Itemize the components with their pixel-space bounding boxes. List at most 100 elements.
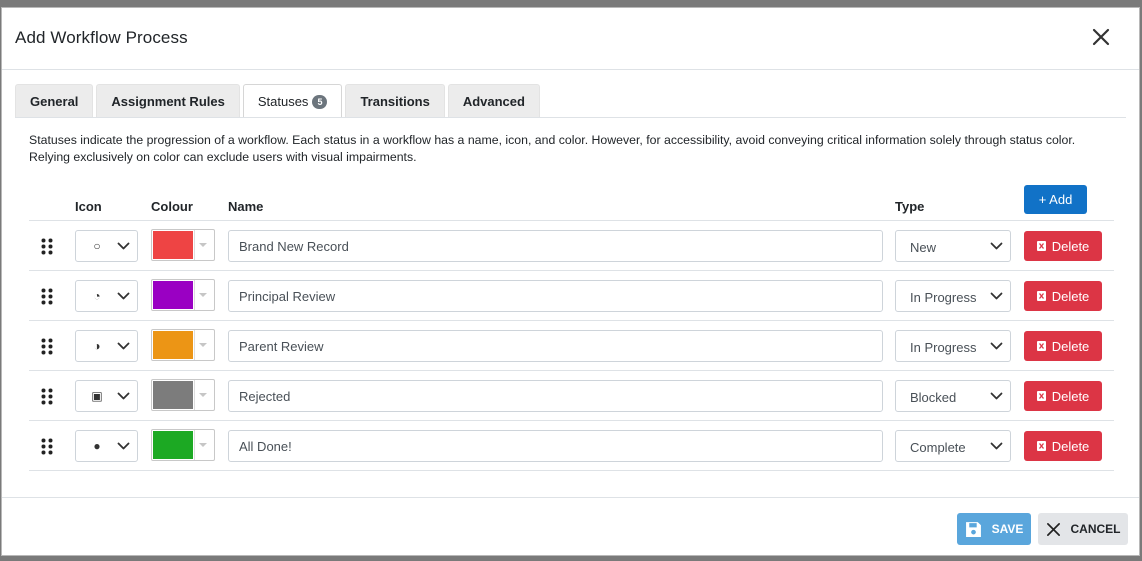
caret-down-icon (199, 243, 207, 247)
status-type-select[interactable]: In Progress (895, 330, 1011, 362)
chevron-down-icon (990, 342, 1003, 350)
icon-select[interactable]: ◔ (75, 280, 138, 312)
chevron-down-icon (117, 242, 130, 250)
icon-select[interactable]: ● (75, 430, 138, 462)
status-row: ○ New Delete (29, 221, 1114, 271)
status-name-input[interactable] (228, 430, 883, 462)
colour-picker[interactable] (151, 329, 215, 361)
statuses-table-header: Icon Colour Name Type + Add (29, 184, 1114, 221)
drag-handle-icon[interactable] (41, 288, 53, 305)
dialog-title: Add Workflow Process (15, 28, 188, 47)
delete-label: Delete (1051, 238, 1090, 254)
delete-status-button[interactable]: Delete (1024, 381, 1102, 411)
drag-handle-icon[interactable] (41, 338, 53, 355)
status-type-value: Complete (910, 440, 966, 455)
colour-picker-divider (194, 380, 195, 410)
caret-down-icon (199, 393, 207, 397)
colour-swatch (153, 281, 193, 309)
status-type-select[interactable]: Complete (895, 430, 1011, 462)
caret-down-icon (199, 293, 207, 297)
statuses-table-body: ○ New Delete ◔ In Progress Delete ◑ In Progress… (29, 221, 1114, 471)
trash-icon (1036, 341, 1046, 351)
close-button[interactable] (1089, 25, 1113, 49)
tab-label: Advanced (462, 93, 525, 109)
colour-picker[interactable] (151, 229, 215, 261)
tab-advanced[interactable]: Advanced (447, 84, 540, 117)
delete-status-button[interactable]: Delete (1024, 431, 1102, 461)
trash-icon (1036, 441, 1046, 451)
chevron-down-icon (117, 392, 130, 400)
square-dot-icon: ▣ (91, 389, 103, 403)
floppy-disk-icon (965, 521, 981, 537)
drag-handle-icon[interactable] (41, 388, 53, 405)
delete-status-button[interactable]: Delete (1024, 281, 1102, 311)
delete-label: Delete (1051, 438, 1090, 454)
statuses-description: Statuses indicate the progression of a w… (29, 133, 1076, 164)
colour-picker[interactable] (151, 429, 215, 461)
status-type-value: In Progress (910, 340, 977, 355)
chevron-down-icon (117, 292, 130, 300)
chevron-down-icon (990, 392, 1003, 400)
header-icon: Icon (75, 199, 102, 214)
tab-label: Assignment Rules (111, 93, 225, 109)
save-label: SAVE (991, 522, 1024, 536)
colour-picker-divider (194, 230, 195, 260)
close-icon (1046, 522, 1060, 536)
chevron-down-icon (117, 342, 130, 350)
status-type-select[interactable]: In Progress (895, 280, 1011, 312)
dialog-header: Add Workflow Process (2, 8, 1139, 70)
trash-icon (1036, 391, 1046, 401)
cancel-button[interactable]: CANCEL (1038, 513, 1128, 545)
caret-down-icon (199, 443, 207, 447)
status-name-input[interactable] (228, 380, 883, 412)
delete-status-button[interactable]: Delete (1024, 231, 1102, 261)
circle-filled-icon: ● (93, 439, 101, 453)
trash-icon (1036, 241, 1046, 251)
drag-handle-icon[interactable] (41, 238, 53, 255)
status-name-input[interactable] (228, 330, 883, 362)
tab-general[interactable]: General (15, 84, 94, 117)
status-type-select[interactable]: New (895, 230, 1011, 262)
status-type-value: New (910, 240, 937, 255)
status-row: ◑ In Progress Delete (29, 321, 1114, 371)
colour-picker-divider (194, 330, 195, 360)
delete-label: Delete (1051, 388, 1090, 404)
tab-label: Statuses (257, 94, 309, 109)
cancel-label: CANCEL (1070, 522, 1121, 536)
header-name: Name (228, 199, 264, 214)
circle-empty-icon: ○ (93, 239, 101, 253)
colour-picker[interactable] (151, 279, 215, 311)
header-type: Type (895, 199, 925, 214)
status-type-select[interactable]: Blocked (895, 380, 1011, 412)
tab-bar: General Assignment Rules Statuses 5 Trans… (15, 84, 543, 118)
status-row: ▣ Blocked Delete (29, 371, 1114, 421)
icon-select[interactable]: ○ (75, 230, 138, 262)
status-type-value: In Progress (910, 290, 977, 305)
status-name-input[interactable] (228, 280, 883, 312)
tab-assignment-rules[interactable]: Assignment Rules (96, 84, 240, 117)
drag-handle-icon[interactable] (41, 438, 53, 455)
tab-divider (15, 117, 1126, 118)
circle-half-icon: ◑ (93, 339, 101, 353)
tab-label: General (30, 93, 79, 109)
colour-picker-divider (194, 280, 195, 310)
tab-statuses[interactable]: Statuses 5 (242, 84, 343, 118)
tab-label: Transitions (360, 93, 430, 109)
status-name-input[interactable] (228, 230, 883, 262)
add-workflow-dialog: Add Workflow Process General Assignment … (1, 7, 1140, 556)
icon-select[interactable]: ▣ (75, 380, 138, 412)
header-colour: Colour (151, 199, 193, 214)
colour-picker[interactable] (151, 379, 215, 411)
colour-swatch (153, 331, 193, 359)
close-icon (1092, 28, 1110, 46)
delete-status-button[interactable]: Delete (1024, 331, 1102, 361)
circle-quarter-icon: ◔ (93, 289, 101, 303)
add-status-button[interactable]: + Add (1024, 185, 1087, 214)
status-row: ◔ In Progress Delete (29, 271, 1114, 321)
icon-select[interactable]: ◑ (75, 330, 138, 362)
chevron-down-icon (990, 292, 1003, 300)
tab-transitions[interactable]: Transitions (345, 84, 445, 117)
status-type-value: Blocked (910, 390, 957, 405)
save-button[interactable]: SAVE (957, 513, 1031, 545)
chevron-down-icon (990, 442, 1003, 450)
